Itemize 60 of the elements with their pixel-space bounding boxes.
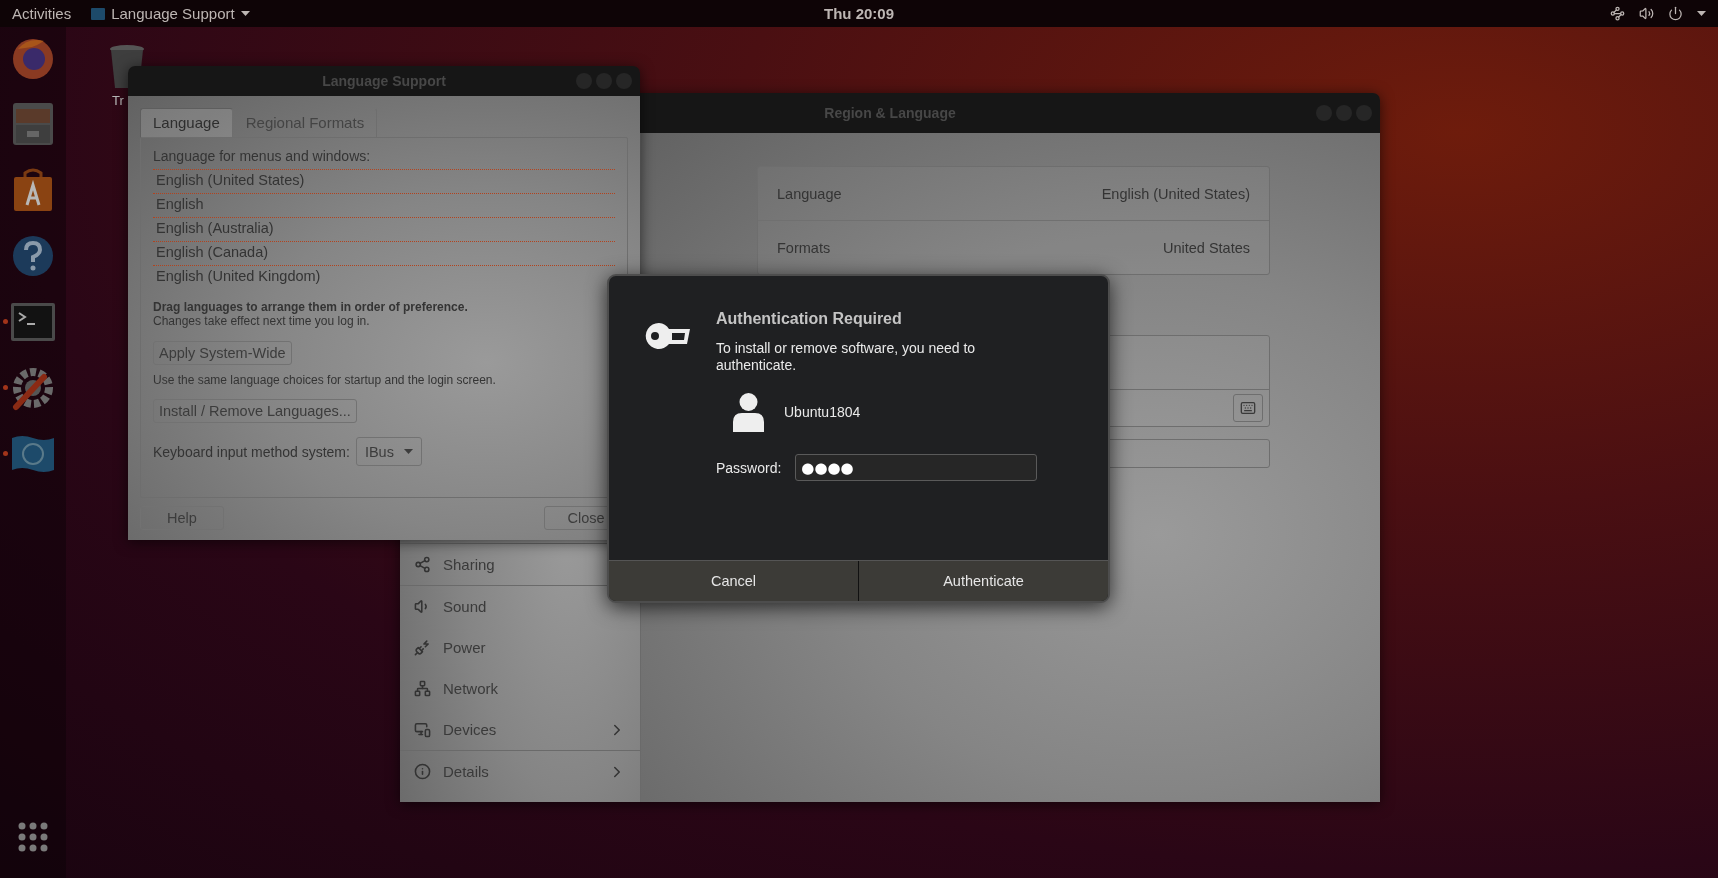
flag-icon[interactable] [10, 434, 56, 474]
shopping-bag-icon[interactable] [11, 167, 55, 213]
tab[interactable]: Language [140, 108, 233, 137]
language-item[interactable]: English (Canada) [153, 242, 615, 266]
setting-label: Language [777, 185, 842, 202]
dialog-title: Authentication Required [716, 310, 903, 328]
effect-hint: Changes take effect next time you log in. [153, 314, 371, 328]
running-dot [3, 319, 8, 324]
plug-icon [414, 639, 431, 656]
input-method-label: Keyboard input method system: [153, 443, 350, 460]
key-icon [643, 320, 691, 352]
running-dot [3, 385, 8, 390]
settings-row[interactable]: Language English (United States) [758, 167, 1269, 220]
setting-value: United States [1162, 239, 1250, 256]
network-icon[interactable] [1610, 6, 1625, 21]
user-icon [733, 392, 764, 432]
apply-hint: Use the same language choices for startup and the login screen. [153, 373, 497, 387]
network-icon [414, 680, 431, 697]
terminal-icon[interactable] [10, 302, 56, 342]
setting-label: Formats [777, 239, 831, 256]
keyboard-button[interactable] [1233, 394, 1263, 422]
language-item[interactable]: English (Australia) [153, 218, 615, 242]
sidebar-item[interactable]: Network [400, 668, 640, 709]
keyboard-icon [1240, 400, 1256, 416]
info-icon [414, 763, 431, 780]
file-cabinet-icon[interactable] [11, 101, 55, 147]
apply-system-wide-button[interactable]: Apply System-Wide [153, 341, 292, 365]
help-button[interactable]: Help [140, 506, 224, 530]
authenticate-button[interactable]: Authenticate [858, 561, 1108, 601]
input-method-dropdown[interactable]: IBus [355, 437, 422, 466]
app-grid-icon[interactable] [18, 822, 48, 852]
setting-value: English (United States) [1101, 185, 1250, 202]
sidebar-item[interactable]: Details [400, 751, 640, 792]
caret-icon [403, 449, 413, 454]
install-languages-button[interactable]: Install / Remove Languages... [153, 399, 357, 423]
language-item[interactable]: English (United States) [153, 170, 615, 194]
help-icon[interactable] [11, 234, 55, 278]
app-menu[interactable]: Language Support [111, 5, 235, 22]
dialog-message: To install or remove software, you need to authenticate. [716, 340, 977, 374]
language-item[interactable]: English [153, 194, 615, 218]
user-name: Ubuntu1804 [784, 404, 861, 420]
activities-button[interactable]: Activities [12, 5, 72, 22]
volume-icon[interactable] [1639, 6, 1654, 21]
desktop-icon-label: Tr [112, 93, 124, 108]
password-field[interactable]: ●●●● [795, 454, 1038, 481]
sidebar-item[interactable]: Power [400, 627, 640, 668]
running-dot [3, 451, 8, 456]
drag-hint: Drag languages to arrange them in order of preference. [153, 300, 469, 314]
share-icon [414, 556, 431, 573]
wrench-gear-icon[interactable] [10, 365, 56, 411]
caret-icon [240, 11, 250, 16]
sidebar-item[interactable]: Devices [400, 709, 640, 750]
sidebar-item[interactable]: Sharing [400, 544, 640, 585]
caret-icon[interactable] [1697, 11, 1706, 16]
devices-icon [414, 721, 431, 738]
password-label: Password: [716, 459, 782, 476]
flag-icon [91, 7, 106, 20]
list-label: Language for menus and windows: [153, 148, 372, 164]
power-icon[interactable] [1668, 6, 1683, 21]
clock[interactable]: Thu 20:09 [824, 5, 894, 22]
